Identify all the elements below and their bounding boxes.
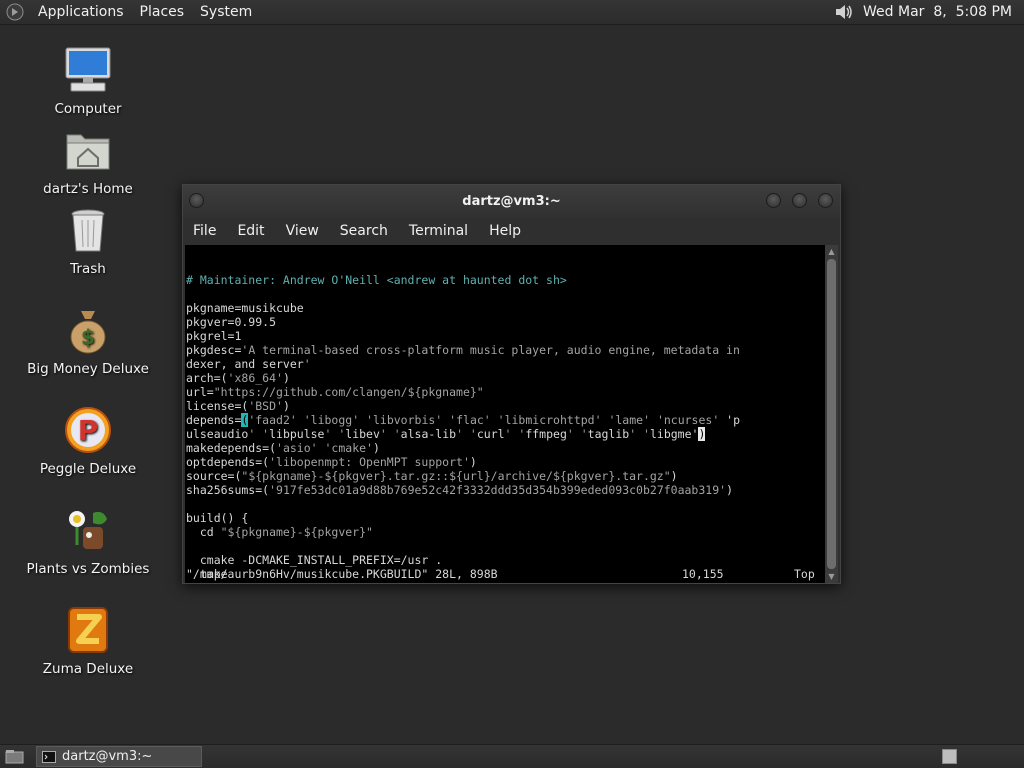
desktop-icon-computer[interactable]: Computer	[13, 45, 163, 117]
editor-line: depends=('faad2' 'libogg' 'libvorbis' 'f…	[186, 413, 741, 427]
menu-search[interactable]: Search	[340, 223, 388, 239]
menu-edit[interactable]: Edit	[237, 223, 264, 239]
scroll-up-icon[interactable]: ▲	[827, 247, 836, 256]
editor-line: # Maintainer: Andrew O'Neill <andrew at …	[186, 273, 567, 287]
desktop-icon-label: Peggle Deluxe	[39, 461, 137, 477]
editor-line: pkgrel=1	[186, 329, 242, 343]
editor-line: optdepends=('libopenmpt: OpenMPT support…	[186, 455, 477, 469]
desktop-icon-home[interactable]: dartz's Home	[13, 125, 163, 197]
status-file: "/tmp/aurb9n6Hv/musikcube.PKGBUILD" 28L,…	[186, 567, 498, 581]
editor-line: dexer, and server'	[186, 357, 311, 371]
terminal-window: dartz@vm3:~ File Edit View Search Termin…	[182, 184, 841, 584]
desktop-icon-label: Plants vs Zombies	[26, 561, 150, 577]
gnome-foot-icon[interactable]	[6, 3, 24, 21]
status-scroll: Top	[794, 567, 815, 581]
editor-line: cd "${pkgname}-${pkgver}"	[186, 525, 373, 539]
desktop-icon-zuma[interactable]: Zuma Deluxe	[13, 605, 163, 677]
editor-lines: # Maintainer: Andrew O'Neill <andrew at …	[186, 273, 826, 583]
editor-line: build() {	[186, 511, 249, 525]
places-menu[interactable]: Places	[132, 4, 193, 20]
editor-line: pkgver=0.99.5	[186, 315, 277, 329]
terminal-icon	[42, 750, 56, 763]
trash-icon	[63, 205, 113, 255]
window-titlebar[interactable]: dartz@vm3:~	[183, 185, 840, 217]
computer-icon	[63, 45, 113, 95]
editor-line: }	[186, 581, 826, 583]
editor-line: makedepends=('asio' 'cmake')	[186, 441, 380, 455]
svg-text:$: $	[81, 325, 95, 349]
status-position: 10,155	[682, 567, 724, 581]
bottom-panel: dartz@vm3:~	[0, 744, 1024, 768]
close-button[interactable]	[818, 193, 833, 208]
show-desktop-icon[interactable]	[4, 748, 26, 766]
top-panel: Applications Places System Wed Mar 8, 5:…	[0, 0, 1024, 25]
editor-line: license=('BSD')	[186, 399, 290, 413]
menu-file[interactable]: File	[193, 223, 216, 239]
svg-text:P: P	[78, 414, 99, 447]
maximize-button[interactable]	[792, 193, 807, 208]
terminal-scrollbar[interactable]: ▲ ▼	[825, 245, 838, 583]
peggle-icon: P	[63, 405, 113, 455]
menu-help[interactable]: Help	[489, 223, 521, 239]
editor-line: pkgdesc='A terminal-based cross-platform…	[186, 343, 740, 357]
vim-status-line: "/tmp/aurb9n6Hv/musikcube.PKGBUILD" 28L,…	[186, 567, 826, 581]
desktop-icon-big-money[interactable]: $ Big Money Deluxe	[13, 305, 163, 377]
editor-line: source=("${pkgname}-${pkgver}.tar.gz::${…	[186, 469, 678, 483]
home-folder-icon	[63, 125, 113, 175]
desktop-icon-label: dartz's Home	[43, 181, 133, 197]
menu-view[interactable]: View	[286, 223, 319, 239]
taskbar-label: dartz@vm3:~	[62, 749, 153, 764]
editor-line: cmake -DCMAKE_INSTALL_PREFIX=/usr .	[186, 553, 443, 567]
scroll-down-icon[interactable]: ▼	[827, 572, 836, 581]
desktop-icon-label: Big Money Deluxe	[27, 361, 149, 377]
minimize-button[interactable]	[766, 193, 781, 208]
desktop-icon-label: Computer	[54, 101, 122, 117]
window-title: dartz@vm3:~	[462, 193, 561, 209]
clock[interactable]: Wed Mar 8, 5:08 PM	[863, 4, 1012, 20]
editor-line: arch=('x86_64')	[186, 371, 290, 385]
editor-line: url="https://github.com/clangen/${pkgnam…	[186, 385, 484, 399]
desktop-icon-peggle[interactable]: P Peggle Deluxe	[13, 405, 163, 477]
desktop-icon-trash[interactable]: Trash	[13, 205, 163, 277]
editor-line: pkgname=musikcube	[186, 301, 304, 315]
terminal-menubar: File Edit View Search Terminal Help	[183, 217, 840, 245]
plants-vs-zombies-icon	[63, 505, 113, 555]
desktop-icon-label: Trash	[70, 261, 106, 277]
desktop-icon-pvz[interactable]: Plants vs Zombies	[13, 505, 163, 577]
volume-icon[interactable]	[833, 2, 855, 22]
editor-line: sha256sums=('917fe53dc01a9d88b769e52c42f…	[186, 483, 733, 497]
taskbar-terminal-button[interactable]: dartz@vm3:~	[36, 746, 202, 767]
zuma-icon	[63, 605, 113, 655]
editor-line: ulseaudio' 'libpulse' 'libev' 'alsa-lib'…	[186, 427, 706, 441]
applications-menu[interactable]: Applications	[30, 4, 132, 20]
desktop-icon-label: Zuma Deluxe	[42, 661, 134, 677]
terminal-text-area[interactable]: # Maintainer: Andrew O'Neill <andrew at …	[185, 245, 826, 583]
scrollbar-thumb[interactable]	[827, 259, 836, 569]
menu-terminal[interactable]: Terminal	[409, 223, 468, 239]
system-menu[interactable]: System	[192, 4, 260, 20]
workspace-switcher[interactable]	[942, 749, 957, 764]
money-bag-icon: $	[63, 305, 113, 355]
